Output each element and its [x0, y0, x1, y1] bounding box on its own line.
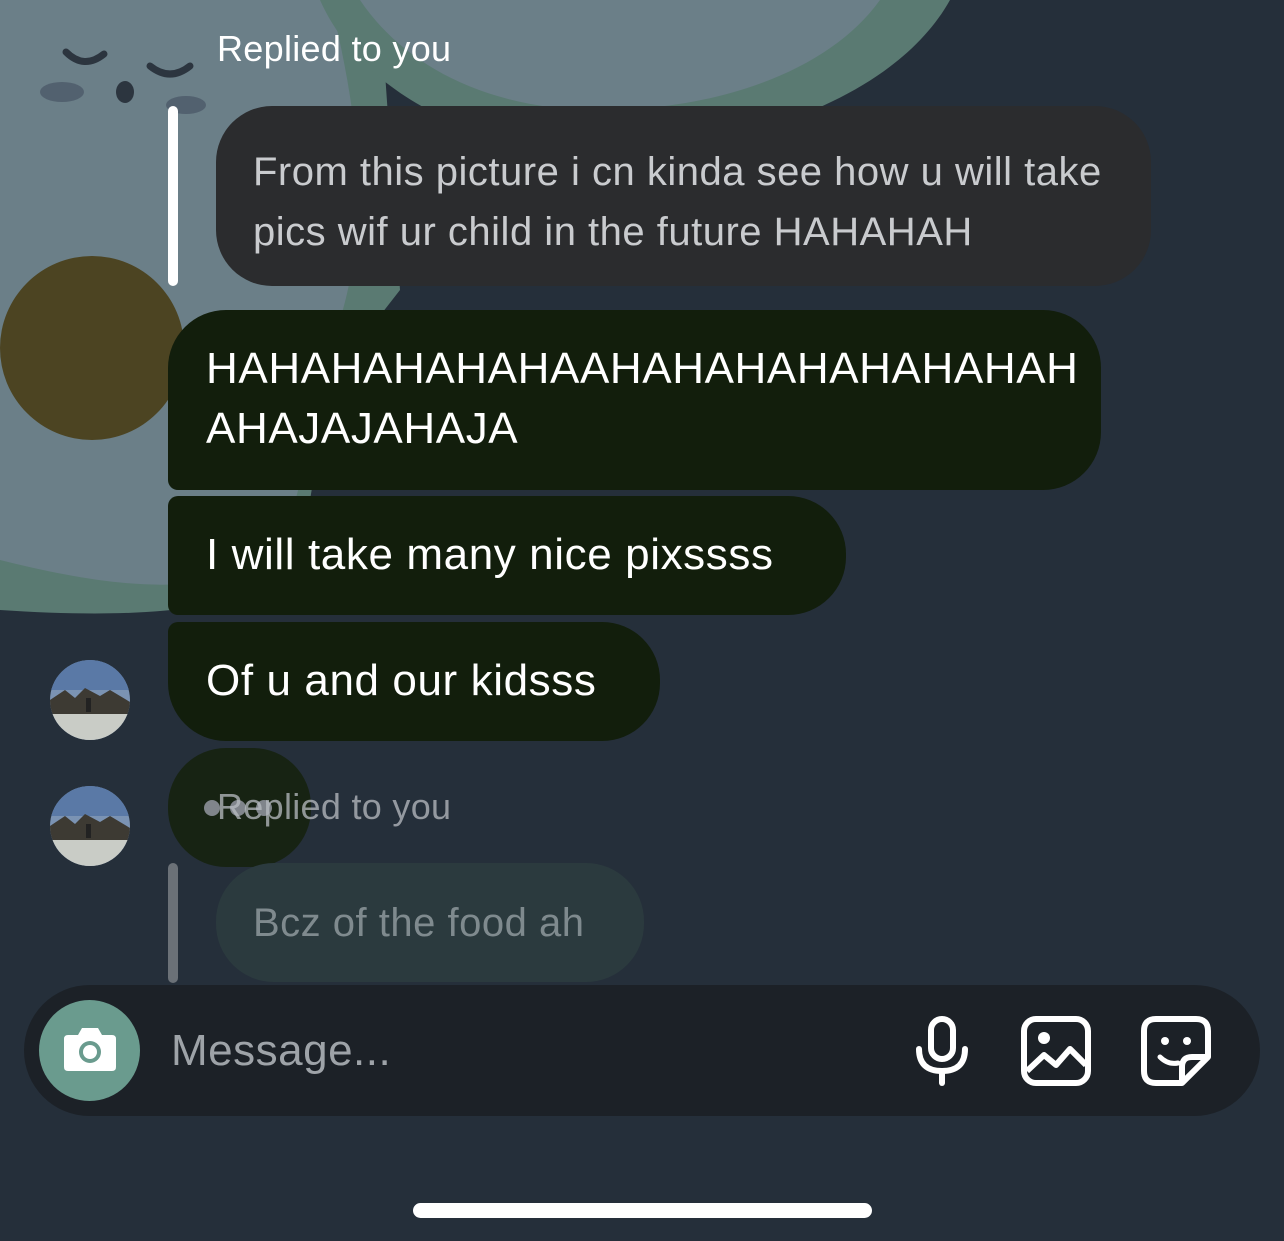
- avatar[interactable]: [50, 786, 130, 866]
- reply-indicator-bar: [168, 106, 178, 286]
- camera-button[interactable]: [39, 1000, 140, 1101]
- sticker-icon: [1141, 1016, 1211, 1086]
- reply-label: Replied to you: [217, 28, 452, 69]
- message-composer: [24, 985, 1260, 1116]
- microphone-button[interactable]: [904, 1013, 980, 1089]
- reply-label: Replied to you: [217, 786, 452, 827]
- message-bubble[interactable]: HAHAHAHAHAHAAHAHAHAHAHAHAHAH AHAJAJAHAJA: [168, 310, 1101, 490]
- sticker-button[interactable]: [1138, 1013, 1214, 1089]
- microphone-icon: [916, 1016, 968, 1086]
- message-bubble[interactable]: I will take many nice pixssss: [168, 496, 846, 615]
- gallery-icon: [1021, 1016, 1091, 1086]
- reply-indicator-bar: [168, 863, 178, 983]
- quoted-message[interactable]: Bcz of the food ah: [216, 863, 644, 982]
- camera-icon: [64, 1028, 116, 1071]
- quoted-message[interactable]: From this picture i cn kinda see how u w…: [216, 106, 1151, 286]
- message-input[interactable]: [169, 1015, 873, 1087]
- message-bubble[interactable]: Of u and our kidsss: [168, 622, 660, 741]
- home-indicator[interactable]: [413, 1203, 872, 1218]
- avatar[interactable]: [50, 660, 130, 740]
- gallery-button[interactable]: [1018, 1013, 1094, 1089]
